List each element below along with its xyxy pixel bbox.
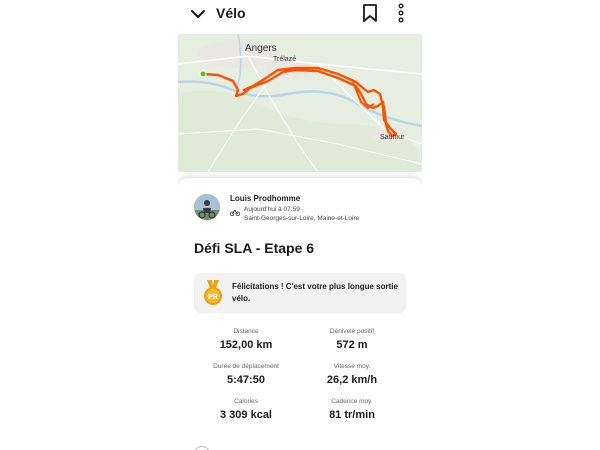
map-canvas [178, 34, 422, 172]
stat-label: Calories [234, 398, 258, 405]
stat-value: 3 309 kcal [220, 409, 272, 421]
activity-location: Saint-Georges-sur-Loire, Maine-et-Loire [244, 215, 360, 222]
header-bar: Vélo [178, 0, 422, 28]
more-vertical-icon[interactable] [396, 3, 406, 23]
stat-distance: Distance 152,00 km [186, 328, 306, 352]
activity-screen: Vélo Angers Trélazé Saumur Louis Prodhom… [178, 0, 422, 450]
stat-value: 572 m [336, 339, 368, 351]
page-title: Vélo [216, 5, 246, 21]
pr-badge-text: PR [208, 294, 218, 301]
stat-label: Dénivelé positif [329, 328, 375, 335]
chevron-down-icon[interactable] [190, 6, 206, 22]
map-label-angers: Angers [245, 43, 277, 54]
athlete-name[interactable]: Louis Prodhomme [230, 194, 300, 203]
stat-calories: Calories 3 309 kcal [186, 398, 306, 422]
stat-elevation-gain: Dénivelé positif 572 m [292, 328, 412, 352]
bookmark-icon[interactable] [362, 4, 378, 22]
map-label-saumur: Saumur [380, 134, 405, 141]
stat-value: 26,2 km/h [326, 374, 378, 386]
activity-date: Aujourd'hui à 07:59 · [244, 206, 304, 213]
bike-icon [230, 209, 240, 216]
stat-value: 81 tr/min [329, 409, 375, 421]
stat-value: 152,00 km [219, 339, 273, 351]
stat-label: Vitesse moy. [333, 363, 371, 370]
route-map[interactable]: Angers Trélazé Saumur [178, 34, 422, 172]
avatar[interactable] [194, 194, 220, 220]
stat-value: 5:47:50 [227, 374, 265, 386]
map-label-trelaze: Trélazé [273, 56, 297, 63]
route-start-marker [199, 70, 207, 78]
stat-avg-speed: Vitesse moy. 26,2 km/h [292, 363, 412, 387]
stat-label: Distance [233, 328, 259, 335]
stat-avg-cadence: Cadence moy. 81 tr/min [292, 398, 412, 422]
partial-icon[interactable] [194, 446, 210, 450]
achievement-message: Félicitations ! C'est votre plus longue … [232, 282, 398, 303]
activity-title: Défi SLA - Etape 6 [194, 240, 315, 256]
stat-label: Cadence moy. [331, 398, 373, 405]
pr-medal-icon: PR [204, 280, 222, 305]
achievement-banner[interactable]: PR Félicitations ! C'est votre plus long… [194, 273, 406, 313]
stat-label: Durée de déplacement [213, 363, 279, 370]
stat-moving-time: Durée de déplacement 5:47:50 [186, 363, 306, 387]
activity-details-card: Louis Prodhomme Aujourd'hui à 07:59 · Sa… [178, 178, 422, 450]
